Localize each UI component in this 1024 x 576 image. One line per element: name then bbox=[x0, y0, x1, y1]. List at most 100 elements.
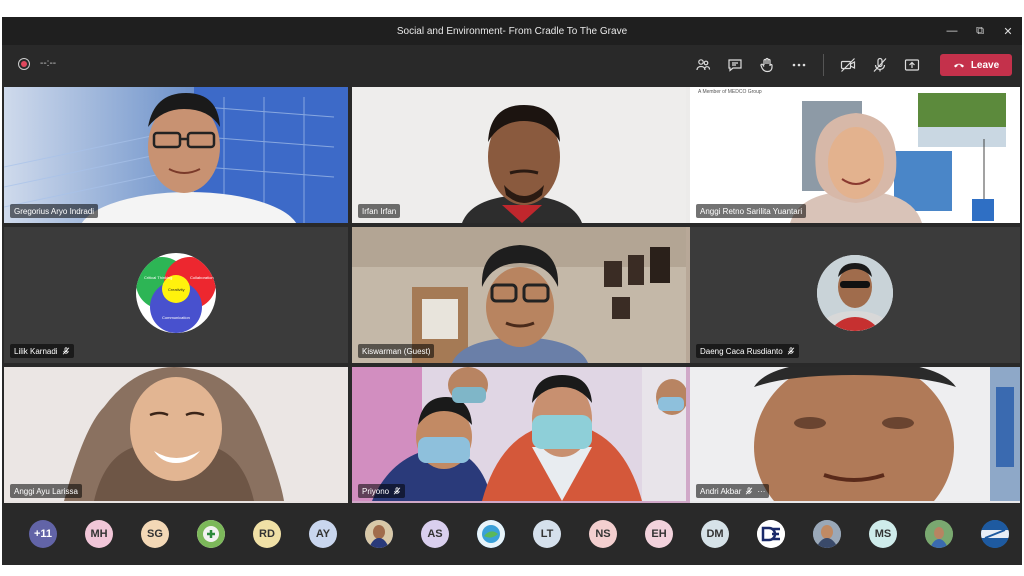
video-feed bbox=[690, 367, 1020, 503]
leave-label: Leave bbox=[970, 59, 1000, 71]
phone-hangup-icon bbox=[953, 63, 964, 68]
roster-avatar[interactable]: MH bbox=[85, 520, 113, 548]
roster-avatar[interactable]: RD bbox=[253, 520, 281, 548]
mic-off-icon bbox=[62, 347, 69, 355]
participant-tile[interactable]: Critical Thinking Collaboration Creativi… bbox=[4, 227, 348, 363]
raise-hand-button[interactable] bbox=[751, 49, 783, 81]
venn-diagram-avatar: Critical Thinking Collaboration Creativi… bbox=[136, 253, 216, 333]
avatar-photo bbox=[477, 520, 505, 548]
title-bar: Social and Environment- From Cradle To T… bbox=[2, 17, 1022, 45]
venn-label: Collaboration bbox=[190, 275, 214, 280]
participant-tile[interactable]: Priyono bbox=[352, 367, 696, 503]
roster-avatar[interactable]: MS bbox=[869, 520, 897, 548]
video-feed bbox=[4, 87, 348, 223]
more-actions-button[interactable] bbox=[783, 49, 815, 81]
venn-label: Critical Thinking bbox=[144, 275, 172, 280]
recording-icon bbox=[18, 58, 30, 70]
slide-header: A Member of MEDCO Group bbox=[698, 89, 762, 95]
mic-toggle-button[interactable] bbox=[864, 49, 896, 81]
meeting-title: Social and Environment- From Cradle To T… bbox=[396, 25, 628, 37]
overflow-count-avatar[interactable]: +11 bbox=[29, 520, 57, 548]
participant-name-tag: Gregorius Aryo Indradi bbox=[10, 204, 99, 218]
participant-name: Andri Akbar bbox=[700, 486, 742, 496]
avatar-photo bbox=[197, 520, 225, 548]
ellipsis-icon bbox=[792, 63, 806, 67]
share-button[interactable] bbox=[896, 49, 928, 81]
roster-avatar[interactable]: AY bbox=[309, 520, 337, 548]
chat-button[interactable] bbox=[719, 49, 751, 81]
roster-avatar[interactable] bbox=[365, 520, 393, 548]
people-icon bbox=[696, 59, 711, 71]
video-feed bbox=[4, 367, 348, 501]
window-controls: — ⧉ ✕ bbox=[938, 17, 1022, 45]
participant-name-tag: Priyono bbox=[358, 484, 406, 498]
participant-name: Irfan Irfan bbox=[362, 206, 397, 216]
participant-tile[interactable]: A Member of MEDCO Group Anggi Retno Sari… bbox=[690, 87, 1020, 223]
camera-toggle-button[interactable] bbox=[832, 49, 864, 81]
mic-off-icon bbox=[746, 487, 753, 495]
participant-tile[interactable]: Andri Akbar ··· bbox=[690, 367, 1020, 503]
toolbar-actions: Leave bbox=[687, 45, 1012, 85]
participant-name-tag: Anggi Retno Sarilita Yuantari bbox=[696, 204, 807, 218]
roster-avatar[interactable] bbox=[477, 520, 505, 548]
roster-avatar[interactable] bbox=[925, 520, 953, 548]
roster-avatar[interactable]: SG bbox=[141, 520, 169, 548]
meeting-window: Social and Environment- From Cradle To T… bbox=[2, 17, 1022, 565]
camera-off-icon bbox=[840, 58, 856, 72]
roster-avatar[interactable] bbox=[813, 520, 841, 548]
meeting-toolbar: --:-- Leave bbox=[2, 45, 1022, 85]
roster-avatar[interactable]: EH bbox=[645, 520, 673, 548]
participant-name-tag: Lilik Karnadi bbox=[10, 344, 74, 358]
roster-avatar[interactable] bbox=[981, 520, 1009, 548]
venn-label: Creativity bbox=[168, 287, 185, 292]
minimize-icon[interactable]: — bbox=[938, 17, 966, 45]
participant-name: Kiswarman (Guest) bbox=[362, 346, 431, 356]
meeting-timer: --:-- bbox=[40, 58, 57, 69]
mic-off-icon bbox=[873, 57, 887, 72]
avatar-photo bbox=[925, 520, 953, 548]
roster-avatar[interactable]: DM bbox=[701, 520, 729, 548]
video-feed bbox=[352, 87, 686, 223]
roster-avatar[interactable]: AS bbox=[421, 520, 449, 548]
participant-roster: +11 MH SG RD AY AS LT NS EH DM MS bbox=[2, 514, 1022, 554]
video-feed bbox=[352, 367, 688, 501]
roster-avatar[interactable]: NS bbox=[589, 520, 617, 548]
restore-icon[interactable]: ⧉ bbox=[966, 17, 994, 45]
video-feed bbox=[352, 227, 686, 363]
close-icon[interactable]: ✕ bbox=[994, 17, 1022, 45]
participant-name-tag: Irfan Irfan bbox=[358, 204, 401, 218]
video-grid: Gregorius Aryo Indradi Irfan Irfan A Mem… bbox=[4, 87, 1020, 503]
participant-name: Daeng Caca Rusdianto bbox=[700, 346, 783, 356]
participant-name: Priyono bbox=[362, 486, 390, 496]
participant-tile[interactable]: Daeng Caca Rusdianto bbox=[690, 227, 1020, 363]
participant-name-tag: Anggi Ayu Larissa bbox=[10, 484, 82, 498]
leave-button[interactable]: Leave bbox=[940, 54, 1012, 76]
participant-tile[interactable]: Gregorius Aryo Indradi bbox=[4, 87, 348, 223]
avatar-photo bbox=[813, 520, 841, 548]
participant-name-tag: Andri Akbar ··· bbox=[696, 484, 770, 498]
participant-name: Gregorius Aryo Indradi bbox=[14, 206, 95, 216]
participant-name: Anggi Ayu Larissa bbox=[14, 486, 78, 496]
participant-name: Anggi Retno Sarilita Yuantari bbox=[700, 206, 803, 216]
participant-avatar bbox=[817, 255, 893, 331]
participant-name-tag: Kiswarman (Guest) bbox=[358, 344, 435, 358]
venn-label: Communication bbox=[162, 315, 190, 320]
toolbar-divider bbox=[823, 54, 824, 76]
participant-name: Lilik Karnadi bbox=[14, 346, 58, 356]
participant-tile[interactable]: Anggi Ayu Larissa bbox=[4, 367, 348, 503]
more-options-icon[interactable]: ··· bbox=[757, 487, 765, 496]
roster-avatar[interactable] bbox=[757, 520, 785, 548]
avatar-photo bbox=[365, 520, 393, 548]
video-feed bbox=[690, 87, 1020, 223]
roster-avatar[interactable]: LT bbox=[533, 520, 561, 548]
participant-tile[interactable]: Irfan Irfan bbox=[352, 87, 696, 223]
mic-off-icon bbox=[787, 347, 795, 355]
avatar-photo bbox=[757, 520, 785, 548]
hand-icon bbox=[760, 57, 773, 73]
participant-name-tag: Daeng Caca Rusdianto bbox=[696, 344, 799, 358]
participant-tile[interactable]: Kiswarman (Guest) bbox=[352, 227, 696, 363]
chat-icon bbox=[728, 59, 742, 72]
roster-avatar[interactable] bbox=[197, 520, 225, 548]
participants-button[interactable] bbox=[687, 49, 719, 81]
avatar-photo bbox=[981, 520, 1009, 548]
